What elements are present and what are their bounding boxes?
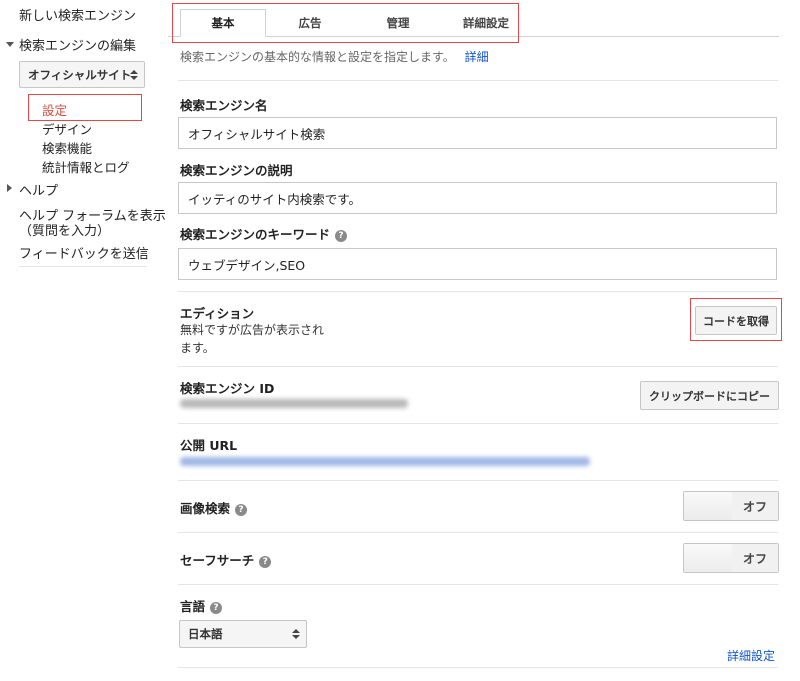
description-input-value: イッティのサイト内検索です。 (188, 191, 362, 207)
advanced-settings-link[interactable]: 詳細設定 (727, 647, 775, 664)
intro-details-link[interactable]: 詳細 (465, 50, 489, 64)
triangle-right-icon (7, 184, 12, 192)
edition-text-1: 無料ですが広告が表示され (180, 323, 325, 337)
edition-label: エディション (180, 306, 255, 321)
image-search-toggle[interactable]: オフ (683, 491, 779, 521)
sidebar-item-stats[interactable]: 統計情報とログ (42, 157, 130, 176)
keywords-input[interactable]: ウェブデザイン,SEO (178, 248, 777, 280)
keywords-label: 検索エンジンのキーワード? (180, 224, 348, 243)
divider (178, 423, 778, 424)
name-input[interactable]: オフィシャルサイト検索 (178, 117, 777, 149)
edition-text-2: ます。 (180, 341, 215, 355)
safe-search-toggle[interactable]: オフ (683, 543, 779, 573)
divider (178, 291, 778, 292)
divider (178, 80, 778, 81)
forum-link-note[interactable]: （質問を入力） (19, 220, 110, 239)
keywords-input-value: ウェブデザイン,SEO (188, 257, 306, 273)
select-arrows-icon (130, 69, 138, 80)
language-select[interactable]: 日本語 (179, 620, 307, 648)
help-icon[interactable]: ? (210, 601, 223, 614)
highlight-box-tabs (172, 3, 519, 43)
description-label: 検索エンジンの説明 (180, 163, 293, 178)
name-label: 検索エンジン名 (180, 98, 268, 113)
divider (178, 584, 778, 585)
keywords-label-text: 検索エンジンのキーワード (180, 227, 331, 242)
language-select-value: 日本語 (188, 627, 223, 641)
public-url-value-blurred (180, 457, 590, 466)
image-search-label: 画像検索? (180, 498, 248, 517)
copy-to-clipboard-label: クリップボードにコピー (649, 389, 770, 403)
engine-id-value-blurred (180, 399, 408, 408)
toggle-knob (684, 544, 733, 572)
intro-description: 検索エンジンの基本的な情報と設定を指定します。 (180, 50, 455, 64)
public-url-label: 公開 URL (180, 438, 238, 453)
engine-select-value: オフィシャルサイト (28, 67, 132, 82)
divider (178, 480, 778, 481)
language-label: 言語? (180, 596, 223, 615)
toggle-knob (684, 492, 733, 520)
safe-search-label: セーフサーチ? (180, 550, 272, 569)
engine-id-label: 検索エンジン ID (180, 381, 275, 396)
image-search-label-text: 画像検索 (180, 501, 231, 516)
sidebar-item-settings[interactable]: 設定 (42, 100, 67, 119)
new-engine-link[interactable]: 新しい検索エンジン (19, 5, 136, 24)
safe-search-label-text: セーフサーチ (180, 553, 255, 568)
divider (178, 366, 778, 367)
help-link[interactable]: ヘルプ (19, 180, 58, 199)
description-input[interactable]: イッティのサイト内検索です。 (178, 182, 777, 214)
engine-select[interactable]: オフィシャルサイト (19, 61, 145, 88)
name-input-value: オフィシャルサイト検索 (188, 126, 326, 142)
intro-text: 検索エンジンの基本的な情報と設定を指定します。 詳細 (180, 48, 489, 65)
copy-to-clipboard-button[interactable]: クリップボードにコピー (640, 381, 779, 410)
toggle-state: オフ (732, 544, 778, 572)
edit-engine-link[interactable]: 検索エンジンの編集 (19, 35, 136, 54)
divider (178, 532, 778, 533)
highlight-box-get-code (690, 298, 782, 341)
language-label-text: 言語 (180, 599, 206, 614)
divider (178, 667, 778, 668)
sidebar-item-search-features[interactable]: 検索機能 (42, 138, 92, 157)
toggle-state: オフ (732, 492, 778, 520)
triangle-down-icon (6, 42, 14, 47)
help-icon[interactable]: ? (259, 555, 272, 568)
feedback-link[interactable]: フィードバックを送信 (19, 243, 149, 262)
help-icon[interactable]: ? (335, 229, 348, 242)
select-arrows-icon (292, 629, 300, 639)
sidebar-item-design[interactable]: デザイン (42, 119, 92, 138)
sidebar-divider (19, 266, 147, 267)
help-icon[interactable]: ? (235, 503, 248, 516)
